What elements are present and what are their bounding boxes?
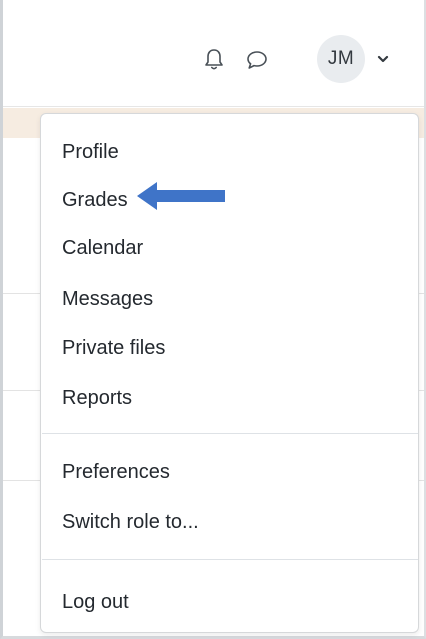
menu-item-label: Switch role to... — [62, 510, 199, 533]
menu-item-switch-role[interactable]: Switch role to... — [41, 500, 418, 544]
left-arrow-icon — [137, 182, 225, 210]
bell-icon[interactable] — [200, 45, 228, 73]
menu-divider — [42, 559, 418, 560]
avatar-initials: JM — [327, 48, 355, 69]
menu-item-profile[interactable]: Profile — [41, 130, 418, 174]
menu-item-label: Calendar — [62, 236, 144, 259]
menu-item-label: Profile — [62, 140, 119, 163]
menu-item-label: Grades — [62, 188, 128, 211]
menu-item-label: Log out — [62, 590, 129, 613]
menu-item-private-files[interactable]: Private files — [41, 326, 418, 370]
menu-item-label: Preferences — [62, 460, 170, 483]
menu-item-logout[interactable]: Log out — [41, 580, 418, 624]
avatar[interactable]: JM — [317, 35, 365, 83]
user-dropdown-menu: Profile Grades Calendar Messages Private… — [40, 113, 419, 633]
top-navbar: JM — [3, 0, 424, 107]
menu-item-preferences[interactable]: Preferences — [41, 450, 418, 494]
menu-item-calendar[interactable]: Calendar — [41, 226, 418, 270]
menu-item-grades[interactable]: Grades — [41, 178, 418, 222]
menu-item-messages[interactable]: Messages — [41, 277, 418, 321]
menu-item-label: Reports — [62, 386, 133, 409]
chat-icon[interactable] — [243, 46, 271, 74]
chevron-down-icon[interactable] — [373, 48, 393, 70]
menu-item-label: Messages — [62, 287, 154, 310]
menu-divider — [42, 433, 418, 434]
menu-item-reports[interactable]: Reports — [41, 376, 418, 420]
menu-item-label: Private files — [62, 336, 166, 359]
